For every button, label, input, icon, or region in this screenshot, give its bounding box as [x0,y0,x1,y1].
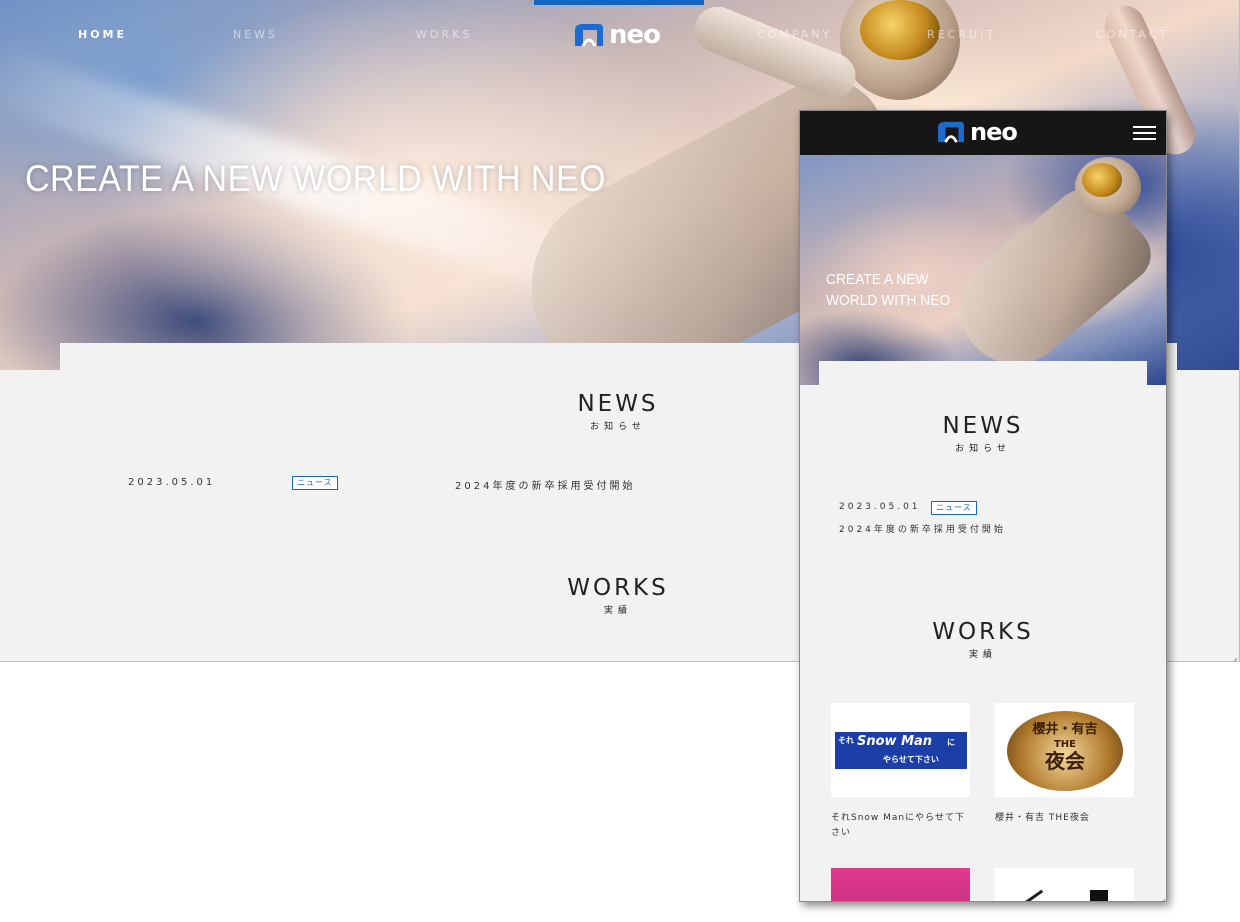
logo-text: やらせて下さい [883,755,939,764]
logo-text: 夜会 [1045,749,1085,773]
window-resize-handle[interactable] [1155,890,1166,901]
astronaut-arm [687,0,863,107]
mobile-hero: CREATE A NEW WORLD WITH NEO [800,155,1166,385]
nav-works[interactable]: WORKS [416,28,472,41]
news-item-title[interactable]: 2024年度の新卒採用受付開始 [839,522,1006,535]
mobile-logo[interactable]: neo [936,118,1018,146]
news-category-badge: ニュース [931,501,977,515]
nav-news[interactable]: NEWS [233,28,278,41]
logo-wordmark: neo [609,20,661,50]
works-thumbnail-3 [831,868,970,901]
works-tile[interactable]: それ Snow Man に やらせて下さい それSnow Manにやらせて下さい [831,703,971,841]
hero-tagline: CREATE A NEW WORLD WITH NEO [25,158,607,199]
works-caption: それSnow Manにやらせて下さい [831,813,965,838]
mobile-works-heading: WORKS 実績 [883,619,1083,660]
news-title: NEWS [942,413,1024,439]
news-date: 2023.05.01 [128,477,216,488]
astronaut-visor [1082,163,1122,197]
yakai-logo: 櫻井・有吉 THE 夜会 [1007,711,1123,791]
works-title: WORKS [567,575,669,601]
desktop-logo[interactable]: neo [573,20,661,50]
news-category-badge: ニュース [292,476,338,490]
logo-text: に [947,738,955,747]
thumb-shape [1090,890,1108,901]
works-title: WORKS [932,619,1034,645]
mobile-news-item[interactable]: 2023.05.01 ニュース 2024年度の新卒採用受付開始 [839,500,1006,535]
snowman-logo-banner: それ Snow Man に やらせて下さい [835,732,967,769]
works-thumbnail-snowman: それ Snow Man に やらせて下さい [831,703,970,797]
logo-text: Snow Man [857,734,933,749]
works-thumbnail-yakai: 櫻井・有吉 THE 夜会 [995,703,1134,797]
mobile-news-heading: NEWS お知らせ [883,413,1083,454]
nav-contact[interactable]: CONTACT [1096,28,1169,41]
logo-text: 櫻井・有吉 [1032,722,1098,737]
news-date: 2023.05.01 [839,502,921,512]
window-resize-handle[interactable] [1227,649,1238,661]
news-subtitle: お知らせ [955,444,1011,454]
works-tile[interactable] [831,868,971,901]
hamburger-menu-icon[interactable] [1133,126,1156,141]
logo-text: それ [838,736,854,745]
news-subtitle: お知らせ [590,422,646,432]
neo-logo-icon [938,121,964,143]
news-heading: NEWS お知らせ [518,391,718,432]
mobile-preview-window: CREATE A NEW WORLD WITH NEO neo NEWS お知ら… [799,110,1167,902]
logo-wordmark: neo [970,118,1018,146]
nav-recruit[interactable]: RECRUIT [927,28,996,41]
news-item-title[interactable]: 2024年度の新卒採用受付開始 [455,477,635,492]
works-caption: 櫻井・有吉 THE夜会 [995,813,1090,823]
nav-company[interactable]: COMPANY [757,28,832,41]
works-subtitle: 実績 [968,650,997,660]
neo-logo-icon [575,24,603,47]
works-subtitle: 実績 [603,606,632,616]
mobile-header: neo [800,111,1166,155]
thumb-shape [1016,889,1044,901]
news-title: NEWS [577,391,659,417]
news-item[interactable]: 2023.05.01 ニュース 2024年度の新卒採用受付開始 [128,476,688,492]
active-indicator-bar [534,0,704,5]
works-thumbnail-4 [995,868,1134,901]
mobile-hero-tagline: CREATE A NEW WORLD WITH NEO [826,271,951,309]
works-tile[interactable] [995,868,1135,901]
works-heading: WORKS 実績 [518,575,718,616]
works-tile[interactable]: 櫻井・有吉 THE 夜会 櫻井・有吉 THE夜会 [995,703,1135,826]
nav-home[interactable]: HOME [78,28,127,41]
